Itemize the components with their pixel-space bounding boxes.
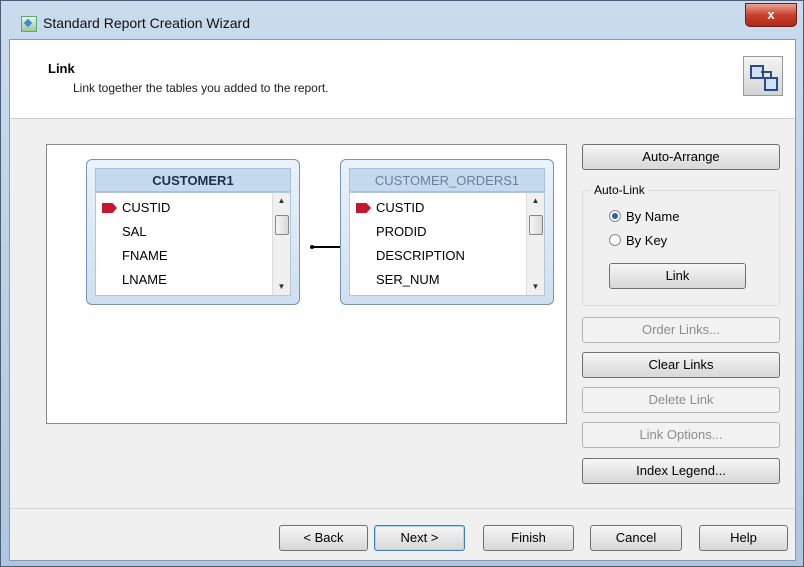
- page-title: Link: [48, 61, 75, 76]
- field-item[interactable]: CUSTID: [376, 200, 424, 215]
- delete-link-button[interactable]: Delete Link: [582, 387, 780, 413]
- auto-link-label: Auto-Link: [591, 183, 648, 197]
- wizard-client: Link Link together the tables you added …: [9, 39, 796, 561]
- field-item[interactable]: SAL: [122, 224, 147, 239]
- by-name-label[interactable]: By Name: [626, 209, 679, 224]
- app-icon: [21, 16, 37, 32]
- link-canvas[interactable]: CUSTOMER1 CUSTID SAL FNAME LNAME ▲ ▼ CUS…: [46, 144, 567, 424]
- wizard-header: Link Link together the tables you added …: [10, 40, 795, 119]
- table-header[interactable]: CUSTOMER1: [95, 168, 291, 192]
- field-item[interactable]: DESCRIPTION: [376, 248, 465, 263]
- page-subtitle: Link together the tables you added to th…: [73, 81, 329, 95]
- help-button[interactable]: Help: [699, 525, 788, 551]
- scroll-up-icon[interactable]: ▲: [273, 193, 290, 209]
- index-legend-button[interactable]: Index Legend...: [582, 458, 780, 484]
- table-header[interactable]: CUSTOMER_ORDERS1: [349, 168, 545, 192]
- field-list[interactable]: CUSTID PRODID DESCRIPTION SER_NUM ▲ ▼: [349, 192, 545, 296]
- field-item[interactable]: LNAME: [122, 272, 167, 287]
- link-options-button[interactable]: Link Options...: [582, 422, 780, 448]
- link-button[interactable]: Link: [609, 263, 746, 289]
- by-key-label[interactable]: By Key: [626, 233, 667, 248]
- scrollbar[interactable]: ▲ ▼: [526, 193, 544, 295]
- finish-button[interactable]: Finish: [483, 525, 574, 551]
- cancel-button[interactable]: Cancel: [590, 525, 682, 551]
- auto-link-group: Auto-Link By Name By Key Link: [582, 183, 780, 306]
- radio-icon[interactable]: [609, 234, 621, 246]
- scrollbar[interactable]: ▲ ▼: [272, 193, 290, 295]
- field-item[interactable]: FNAME: [122, 248, 168, 263]
- title-bar[interactable]: Standard Report Creation Wizard x: [1, 1, 803, 39]
- wizard-window: Standard Report Creation Wizard x Link L…: [0, 0, 804, 567]
- key-marker-icon: [356, 203, 371, 213]
- order-links-button[interactable]: Order Links...: [582, 317, 780, 343]
- table-customer-orders1[interactable]: CUSTOMER_ORDERS1 CUSTID PRODID DESCRIPTI…: [340, 159, 554, 305]
- key-marker-icon: [102, 203, 117, 213]
- window-title: Standard Report Creation Wizard: [43, 15, 250, 31]
- field-list[interactable]: CUSTID SAL FNAME LNAME ▲ ▼: [95, 192, 291, 296]
- field-item[interactable]: CUSTID: [122, 200, 170, 215]
- scroll-thumb[interactable]: [275, 215, 289, 235]
- table-customer1[interactable]: CUSTOMER1 CUSTID SAL FNAME LNAME ▲ ▼: [86, 159, 300, 305]
- link-tables-icon: [743, 56, 783, 96]
- field-item[interactable]: SER_NUM: [376, 272, 440, 287]
- clear-links-button[interactable]: Clear Links: [582, 352, 780, 378]
- back-button[interactable]: < Back: [279, 525, 368, 551]
- close-button[interactable]: x: [745, 3, 797, 27]
- next-button[interactable]: Next >: [374, 525, 465, 551]
- auto-arrange-button[interactable]: Auto-Arrange: [582, 144, 780, 170]
- scroll-down-icon[interactable]: ▼: [527, 279, 544, 295]
- radio-selected-icon[interactable]: [609, 210, 621, 222]
- scroll-thumb[interactable]: [529, 215, 543, 235]
- scroll-down-icon[interactable]: ▼: [273, 279, 290, 295]
- by-key-radio[interactable]: By Key: [609, 233, 667, 248]
- field-item[interactable]: PRODID: [376, 224, 427, 239]
- scroll-up-icon[interactable]: ▲: [527, 193, 544, 209]
- by-name-radio[interactable]: By Name: [609, 209, 679, 224]
- footer-divider: [10, 508, 795, 509]
